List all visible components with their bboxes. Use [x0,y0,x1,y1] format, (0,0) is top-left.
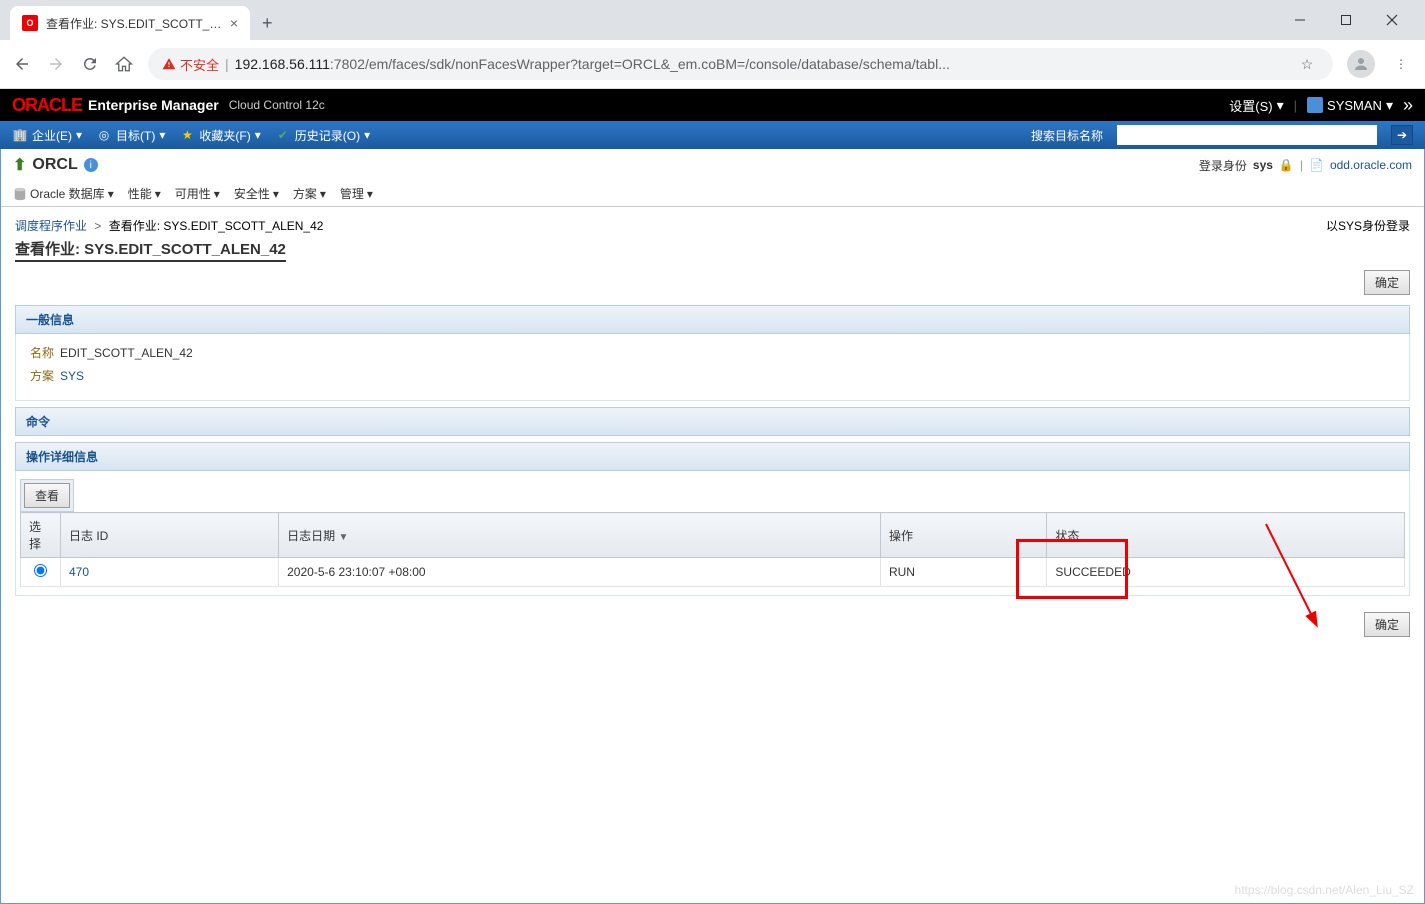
col-log-date[interactable]: 日志日期 ▼ [279,513,881,558]
breadcrumb-link[interactable]: 调度程序作业 [15,219,87,233]
browser-tab[interactable]: O 查看作业: SYS.EDIT_SCOTT_ALE × [10,6,250,40]
star-icon[interactable]: ☆ [1295,52,1319,76]
insecure-badge: 不安全 [162,55,219,74]
tab-bar: O 查看作业: SYS.EDIT_SCOTT_ALE × + [0,0,1425,40]
database-icon [13,187,27,201]
nav-target[interactable]: ◎目标(T) ▾ [96,127,165,144]
check-icon: ✔ [275,127,291,143]
url-text: 192.168.56.111:7802/em/faces/sdk/nonFace… [235,56,950,72]
up-arrow-icon: ⬆ [13,155,26,175]
submenu-performance[interactable]: 性能 ▾ [128,185,161,202]
operation-cell: RUN [880,558,1046,587]
back-button[interactable] [12,54,32,74]
search-input[interactable] [1117,125,1377,145]
url-box[interactable]: 不安全 | 192.168.56.111:7802/em/faces/sdk/n… [148,48,1333,80]
overflow-icon[interactable]: » [1403,95,1413,116]
sort-desc-icon: ▼ [338,532,348,543]
col-operation[interactable]: 操作 [880,513,1046,558]
status-cell: SUCCEEDED [1047,558,1405,587]
breadcrumb: 调度程序作业 > 查看作业: SYS.EDIT_SCOTT_ALEN_42 以S… [15,217,1410,234]
section-details-header: 操作详细信息 [15,442,1410,471]
info-icon[interactable]: i [84,158,98,172]
login-info: 登录身份 sys 🔒 | 📄 odd.oracle.com [1199,157,1412,174]
log-date-cell: 2020-5-6 23:10:07 +08:00 [279,558,881,587]
user-menu[interactable]: SYSMAN ▾ [1307,97,1393,114]
product-version: Cloud Control 12c [229,98,325,112]
minimize-button[interactable] [1277,4,1323,36]
settings-menu[interactable]: 设置(S) ▾ [1229,96,1283,115]
lock-icon: 🔒 [1279,158,1294,172]
submenu-database[interactable]: Oracle 数据库 ▾ [13,185,114,202]
main-content: 调度程序作业 > 查看作业: SYS.EDIT_SCOTT_ALEN_42 以S… [1,207,1424,657]
favicon-icon: O [22,15,38,31]
section-general: 一般信息 名称 EDIT_SCOTT_ALEN_42 方案 SYS [15,305,1410,401]
address-bar: 不安全 | 192.168.56.111:7802/em/faces/sdk/n… [0,40,1425,88]
col-select: 选择 [21,513,61,558]
schema-value: SYS [60,369,84,383]
section-general-header: 一般信息 [15,305,1410,334]
row-select-radio[interactable] [34,564,47,577]
chevron-down-icon: ▾ [1386,97,1393,114]
user-icon [1307,97,1323,113]
target-header: ⬆ ORCL i 登录身份 sys 🔒 | 📄 odd.oracle.com [1,149,1424,181]
col-log-id[interactable]: 日志 ID [61,513,279,558]
kebab-menu-icon[interactable]: ⋮ [1389,52,1413,76]
star-icon: ★ [179,127,195,143]
submenu-availability[interactable]: 可用性 ▾ [175,185,220,202]
submenu-admin[interactable]: 管理 ▾ [340,185,373,202]
host-link[interactable]: odd.oracle.com [1330,158,1412,172]
name-value: EDIT_SCOTT_ALEN_42 [60,346,193,360]
watermark: https://blog.csdn.net/Alen_Liu_SZ [1235,883,1414,897]
nav-favorites[interactable]: ★收藏夹(F) ▾ [179,127,260,144]
product-name: Enterprise Manager [88,97,219,113]
profile-avatar[interactable] [1347,50,1375,78]
schema-label: 方案 [30,369,54,383]
table-row: 470 2020-5-6 23:10:07 +08:00 RUN SUCCEED… [21,558,1405,587]
nav-enterprise[interactable]: 🏢企业(E) ▾ [12,127,82,144]
global-nav: 🏢企业(E) ▾ ◎目标(T) ▾ ★收藏夹(F) ▾ ✔历史记录(O) ▾ 搜… [0,121,1425,149]
host-icon: 📄 [1309,158,1324,172]
maximize-button[interactable] [1323,4,1369,36]
tab-title: 查看作业: SYS.EDIT_SCOTT_ALE [46,15,222,32]
submenu-security[interactable]: 安全性 ▾ [234,185,279,202]
forward-button[interactable] [46,54,66,74]
window-controls [1277,4,1415,36]
product-header: ORACLE Enterprise Manager Cloud Control … [0,89,1425,121]
oracle-logo: ORACLE [12,95,82,116]
target-sub-menu: Oracle 数据库 ▾ 性能 ▾ 可用性 ▾ 安全性 ▾ 方案 ▾ 管理 ▾ [1,181,1424,207]
log-id-link[interactable]: 470 [69,565,89,579]
new-tab-button[interactable]: + [250,5,285,42]
warning-icon [162,57,176,71]
search-button[interactable]: ➔ [1391,125,1413,145]
search-label: 搜索目标名称 [1031,127,1103,144]
submenu-schema[interactable]: 方案 ▾ [293,185,326,202]
confirm-button-top[interactable]: 确定 [1364,270,1410,295]
table-header-row: 选择 日志 ID 日志日期 ▼ 操作 状态 [21,513,1405,558]
enterprise-icon: 🏢 [12,127,28,143]
name-label: 名称 [30,346,54,360]
section-details: 操作详细信息 查看 选择 日志 ID 日志日期 ▼ 操作 状态 [15,442,1410,596]
section-command: 命令 [15,407,1410,436]
login-role: 以SYS身份登录 [1326,217,1410,234]
browser-chrome: O 查看作业: SYS.EDIT_SCOTT_ALE × + 不安全 | 192… [0,0,1425,89]
target-title: ⬆ ORCL i [13,155,98,175]
page-title: 查看作业: SYS.EDIT_SCOTT_ALEN_42 [15,238,286,262]
details-table: 选择 日志 ID 日志日期 ▼ 操作 状态 470 2020-5-6 23:10… [20,512,1405,587]
close-tab-icon[interactable]: × [230,15,238,31]
nav-history[interactable]: ✔历史记录(O) ▾ [275,127,370,144]
content-wrapper: ⬆ ORCL i 登录身份 sys 🔒 | 📄 odd.oracle.com O… [0,149,1425,904]
confirm-button-bottom[interactable]: 确定 [1364,612,1410,637]
section-command-header: 命令 [15,407,1410,436]
col-status[interactable]: 状态 [1047,513,1405,558]
target-icon: ◎ [96,127,112,143]
view-button[interactable]: 查看 [24,483,70,508]
breadcrumb-current: 查看作业: SYS.EDIT_SCOTT_ALEN_42 [109,219,324,233]
chevron-down-icon: ▾ [1277,97,1284,114]
home-button[interactable] [114,54,134,74]
reload-button[interactable] [80,54,100,74]
close-window-button[interactable] [1369,4,1415,36]
